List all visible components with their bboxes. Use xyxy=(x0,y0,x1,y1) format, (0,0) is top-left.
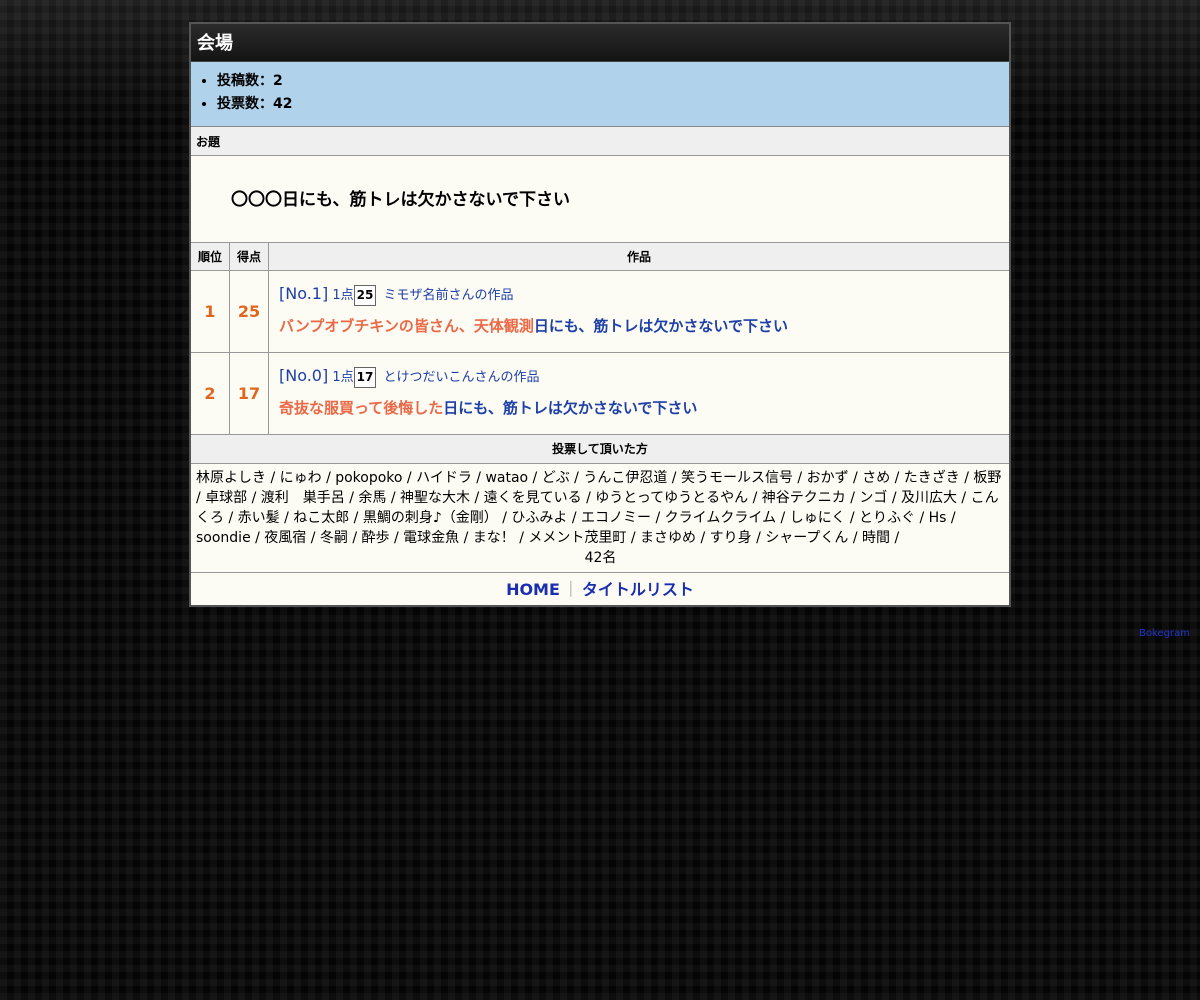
voters-heading: 投票して頂いた方 xyxy=(191,435,1009,464)
column-header-rank: 順位 xyxy=(191,243,230,271)
score-cell: 17 xyxy=(229,352,269,435)
stats-list: 投稿数：2 投票数：42 xyxy=(191,70,1009,116)
column-header-work: 作品 xyxy=(268,243,1009,271)
column-header-score: 得点 xyxy=(229,243,269,271)
nav-separator: ｜ xyxy=(562,580,579,599)
title-list-link[interactable]: タイトルリスト xyxy=(582,580,694,599)
credit-link[interactable]: Bokegram xyxy=(1139,628,1190,639)
ranking-header-row: 順位 得点 作品 xyxy=(191,243,1009,271)
table-row: 2 17 [No.0] 1点 17 とけつだいこんさんの作品 奇抜な服買って後悔し… xyxy=(191,352,1009,435)
odai-text: 〇〇〇日にも、筋トレは欠かさないで下さい xyxy=(191,156,1009,243)
work-answer: バンプオブチキンの皆さん、天体観測 xyxy=(279,317,534,335)
work-number: [No.0] xyxy=(279,366,329,385)
work-meta: [No.0] 1点 17 とけつだいこんさんの作品 xyxy=(279,365,999,389)
post-count: 投稿数：2 xyxy=(217,70,1009,93)
stats-panel: 投稿数：2 投票数：42 xyxy=(191,62,1009,127)
rank-cell: 1 xyxy=(191,270,230,353)
work-text: 奇抜な服買って後悔した日にも、筋トレは欠かさないで下さい xyxy=(279,398,999,418)
points-box: 25 xyxy=(353,285,377,306)
points-label: 1点 xyxy=(332,370,354,385)
home-link[interactable]: HOME xyxy=(506,580,560,599)
vote-count: 投票数：42 xyxy=(217,93,1009,116)
ranking-table: 順位 得点 作品 1 25 [No.1] 1点 25 ミモザ名前さんの作品 バンプ… xyxy=(191,243,1009,435)
work-author: とけつだいこんさんの作品 xyxy=(383,370,540,385)
points-box: 17 xyxy=(353,367,377,388)
work-answer: 奇抜な服買って後悔した xyxy=(279,399,444,417)
page-title: 会場 xyxy=(191,24,1009,62)
rank-cell: 2 xyxy=(191,352,230,435)
odai-heading: お題 xyxy=(191,127,1009,156)
work-odai-part: 日にも、筋トレは欠かさないで下さい xyxy=(443,399,698,417)
work-number: [No.1] xyxy=(279,284,329,303)
main-panel: 会場 投稿数：2 投票数：42 お題 〇〇〇日にも、筋トレは欠かさないで下さい … xyxy=(189,22,1011,607)
work-author: ミモザ名前さんの作品 xyxy=(383,288,514,303)
voters-list: 林原よしき / にゅわ / pokopoko / ハイドラ / watao / … xyxy=(196,470,1002,546)
work-cell: [No.1] 1点 25 ミモザ名前さんの作品 バンプオブチキンの皆さん、天体観測… xyxy=(268,270,1009,353)
work-cell: [No.0] 1点 17 とけつだいこんさんの作品 奇抜な服買って後悔した日にも、… xyxy=(268,352,1009,435)
voter-count: 42名 xyxy=(584,550,617,566)
points-label: 1点 xyxy=(332,288,354,303)
voters-panel: 林原よしき / にゅわ / pokopoko / ハイドラ / watao / … xyxy=(191,464,1009,573)
work-meta: [No.1] 1点 25 ミモザ名前さんの作品 xyxy=(279,283,999,307)
table-row: 1 25 [No.1] 1点 25 ミモザ名前さんの作品 バンプオブチキンの皆さん… xyxy=(191,270,1009,353)
footer-nav: HOME ｜タイトルリスト xyxy=(191,573,1009,605)
score-cell: 25 xyxy=(229,270,269,353)
work-odai-part: 日にも、筋トレは欠かさないで下さい xyxy=(533,317,788,335)
work-text: バンプオブチキンの皆さん、天体観測日にも、筋トレは欠かさないで下さい xyxy=(279,316,999,336)
